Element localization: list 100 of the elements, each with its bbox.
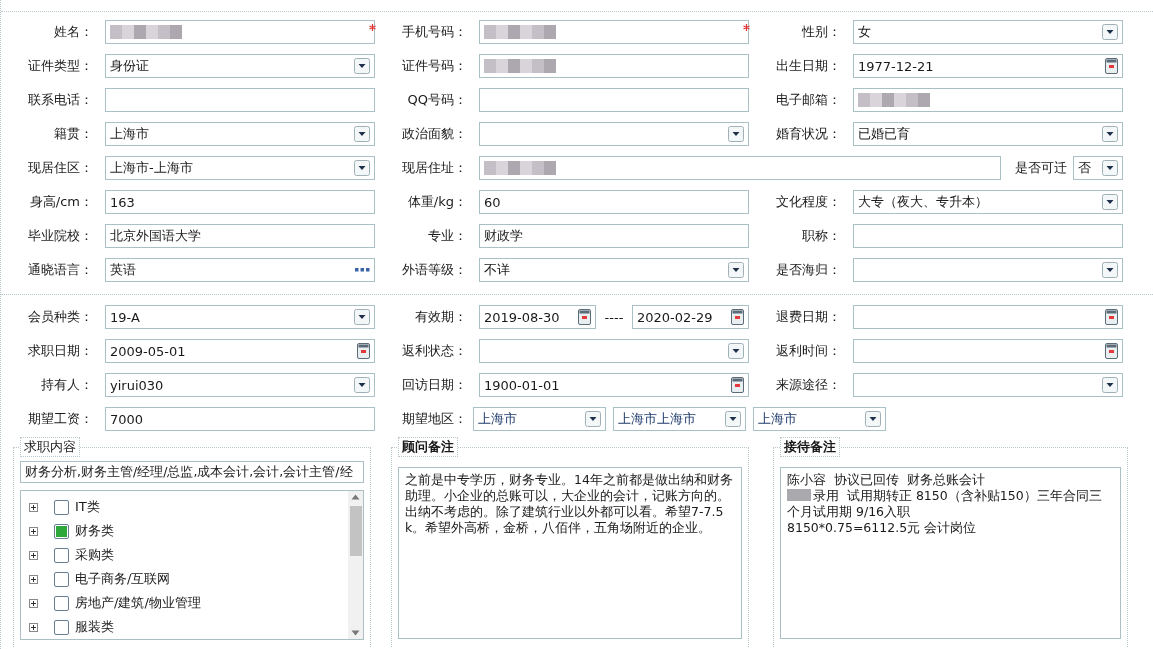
dropdown[interactable]: yirui030 (105, 373, 375, 397)
text-field[interactable]: 7000 (105, 407, 375, 431)
dropdown[interactable]: 19-A (105, 305, 375, 329)
text-field[interactable]: 60 (479, 190, 749, 214)
field-label: 毕业院校： (27, 227, 94, 245)
field-label: 证件号码： (401, 57, 468, 75)
field-label: 政治面貌： (401, 125, 468, 143)
calendar-icon[interactable] (578, 309, 591, 325)
field-label: 有效期： (414, 308, 468, 326)
expand-icon[interactable] (29, 622, 38, 632)
field-label: 现居住区： (27, 159, 94, 177)
calendar-icon[interactable] (731, 309, 744, 325)
scroll-down-icon[interactable] (351, 630, 360, 636)
note-line: 8150*0.75=6112.5元 会计岗位 (787, 520, 977, 535)
field-label: 返利状态： (401, 342, 468, 360)
dropdown[interactable]: 上海市 (473, 407, 606, 431)
dropdown[interactable]: 不详 (479, 258, 749, 282)
field-label: 通晓语言： (27, 261, 94, 279)
field-label: QQ号码： (406, 91, 468, 109)
checkbox[interactable] (54, 595, 69, 611)
date-field[interactable] (853, 339, 1123, 363)
date-field[interactable]: 1900-01-01 (479, 373, 749, 397)
category-label[interactable]: 采购类 (75, 546, 114, 564)
checkbox[interactable] (54, 619, 69, 635)
field-label: 外语等级： (401, 261, 468, 279)
dropdown[interactable]: 否 (1073, 156, 1123, 180)
text-field[interactable] (479, 88, 749, 112)
calendar-icon[interactable] (1105, 343, 1118, 359)
field-label: 期望地区： (401, 410, 468, 428)
field-label: 现居住址： (401, 159, 468, 177)
text-field[interactable]: 北京外国语大学 (105, 224, 375, 248)
expand-icon[interactable] (29, 526, 38, 536)
field-label: 性别： (801, 23, 842, 41)
note-line: 陈小容 协议已回传 财务总账会计 (787, 472, 985, 487)
checkbox[interactable] (54, 499, 69, 515)
checkbox[interactable] (54, 547, 69, 563)
category-label[interactable]: 电子商务/互联网 (75, 570, 171, 588)
category-label[interactable]: IT类 (75, 498, 100, 516)
ellipsis-icon[interactable] (355, 268, 370, 272)
text-field[interactable] (853, 224, 1123, 248)
lookup-field[interactable]: 英语 (105, 258, 375, 282)
field-label: 求职日期： (27, 342, 94, 360)
notes-textarea[interactable]: 陈小容 协议已回传 财务总账会计 录用 试用期转正 8150（含补贴150）三年合同三个月试用期 9/16入职 8150*0.75=6112.5元 会计岗位 (780, 467, 1121, 639)
field-label: 退费日期： (775, 308, 842, 326)
calendar-icon[interactable] (357, 343, 370, 359)
dropdown[interactable]: 大专（夜大、专升本） (853, 190, 1123, 214)
date-field[interactable]: 2009-05-01 (105, 339, 375, 363)
calendar-icon[interactable] (731, 377, 744, 393)
expand-icon[interactable] (29, 550, 38, 560)
field-label: 回访日期： (401, 376, 468, 394)
field-label: 手机号码： (401, 23, 468, 41)
field-label: 会员种类： (27, 308, 94, 326)
notes-textarea[interactable]: 之前是中专学历，财务专业。14年之前都是做出纳和财务助理。小企业的总账可以，大企业的会计，记账方向的。出纳不考虑的。除了建筑行业以外都可以看。希望7-7.5k。希望外高桥，金桥，八佰伴，五角场附近的企业。 (398, 467, 742, 639)
calendar-icon[interactable] (1105, 309, 1118, 325)
date-field[interactable]: 2019-08-30 (479, 305, 596, 329)
text-field[interactable] (479, 20, 749, 44)
dropdown[interactable]: 已婚已育 (853, 122, 1123, 146)
text-field[interactable] (479, 156, 1001, 180)
calendar-icon[interactable] (1105, 58, 1118, 74)
checkbox[interactable] (54, 571, 69, 587)
text-field[interactable]: 财政学 (479, 224, 749, 248)
field-label: 是否海归： (775, 261, 842, 279)
field-label: 文化程度： (775, 193, 842, 211)
date-field[interactable] (853, 305, 1123, 329)
job-summary-field[interactable]: 财务分析,财务主管/经理/总监,成本会计,会计,会计主管/经 (20, 461, 364, 483)
date-field[interactable]: 1977-12-21 (853, 54, 1123, 78)
checkbox[interactable] (54, 523, 69, 539)
range-separator: ---- (603, 309, 625, 325)
category-label[interactable]: 房地产/建筑/物业管理 (75, 594, 201, 612)
category-label[interactable]: 服装类 (75, 618, 114, 636)
text-field[interactable] (105, 88, 375, 112)
expand-icon[interactable] (29, 598, 38, 608)
text-field[interactable]: 163 (105, 190, 375, 214)
text-field[interactable] (853, 88, 1123, 112)
text-field[interactable] (479, 54, 749, 78)
field-label: 出生日期： (775, 57, 842, 75)
field-label: 籍贯： (53, 125, 94, 143)
field-label: 体重/kg： (406, 193, 468, 211)
dropdown[interactable]: 上海市上海市 (613, 407, 746, 431)
expand-icon[interactable] (29, 574, 38, 584)
text-field[interactable] (105, 20, 375, 44)
dropdown[interactable]: 身份证 (105, 54, 375, 78)
field-label: 是否可迁 (1015, 159, 1067, 177)
group-legend: 接待备注 (780, 437, 840, 457)
field-label: 联系电话： (27, 91, 94, 109)
field-label: 身高/cm： (28, 193, 94, 211)
scroll-up-icon[interactable] (351, 494, 360, 500)
field-label: 持有人： (40, 376, 94, 394)
date-field[interactable]: 2020-02-29 (632, 305, 749, 329)
field-label: 姓名： (53, 23, 94, 41)
dropdown[interactable]: 上海市 (105, 122, 375, 146)
field-label: 婚育状况： (775, 125, 842, 143)
scrollbar[interactable] (348, 491, 363, 639)
dropdown[interactable]: 上海市 (753, 407, 886, 431)
category-label[interactable]: 财务类 (75, 522, 114, 540)
dropdown[interactable]: 女 (853, 20, 1123, 44)
field-label: 证件类型： (27, 57, 94, 75)
group-legend: 顾问备注 (398, 437, 458, 457)
expand-icon[interactable] (29, 502, 38, 512)
dropdown[interactable]: 上海市-上海市 (105, 156, 375, 180)
